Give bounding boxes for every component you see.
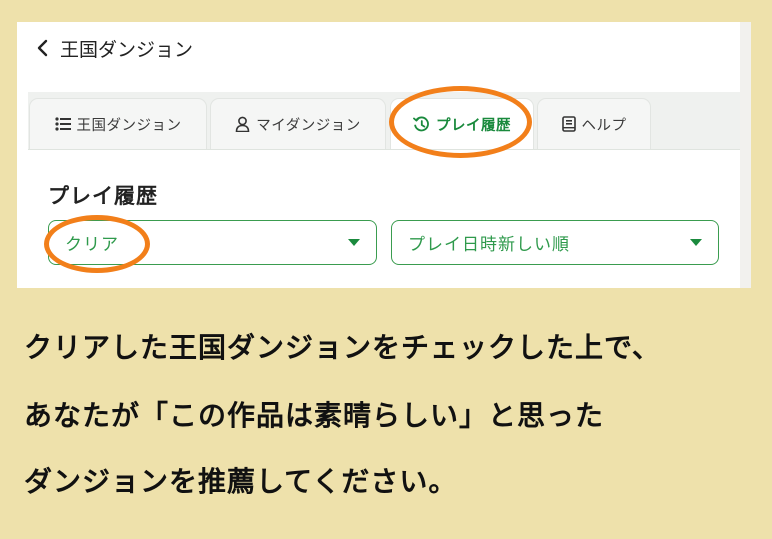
person-icon: [235, 116, 250, 132]
tab-my-dungeon[interactable]: マイダンジョン: [210, 98, 386, 149]
list-icon: [54, 117, 71, 131]
caret-down-icon: [690, 239, 702, 246]
instruction-line-2: あなたが「この作品は素晴らしい」と思った: [24, 399, 605, 432]
tab-kingdom-dungeon[interactable]: 王国ダンジョン: [29, 98, 207, 149]
book-icon: [561, 116, 576, 132]
tab-label: ヘルプ: [581, 117, 627, 134]
back-navigation[interactable]: 王国ダンジョン: [36, 35, 193, 62]
tab-label: マイダンジョン: [256, 117, 361, 134]
tab-help[interactable]: ヘルプ: [537, 98, 651, 149]
caret-down-icon: [348, 239, 360, 246]
chevron-left-icon[interactable]: [36, 39, 48, 57]
tab-play-history[interactable]: プレイ履歴: [390, 98, 534, 149]
instruction-line-1: クリアした王国ダンジョンをチェックした上で、: [24, 331, 661, 364]
tab-bar: 王国ダンジョン マイダンジョン プレイ履歴 ヘルプ: [28, 92, 740, 150]
status-filter-select[interactable]: クリア: [48, 220, 377, 265]
sort-order-value: プレイ日時新しい順: [408, 235, 570, 255]
screenshot-edge: [740, 22, 751, 288]
back-title[interactable]: 王国ダンジョン: [60, 35, 193, 62]
tab-label: プレイ履歴: [436, 117, 511, 134]
history-icon: [413, 116, 430, 133]
section-title: プレイ履歴: [48, 184, 158, 208]
instruction-line-3: ダンジョンを推薦してください。: [24, 465, 458, 498]
sort-order-select[interactable]: プレイ日時新しい順: [391, 220, 719, 265]
status-filter-value: クリア: [65, 235, 119, 255]
tab-label: 王国ダンジョン: [76, 117, 182, 134]
